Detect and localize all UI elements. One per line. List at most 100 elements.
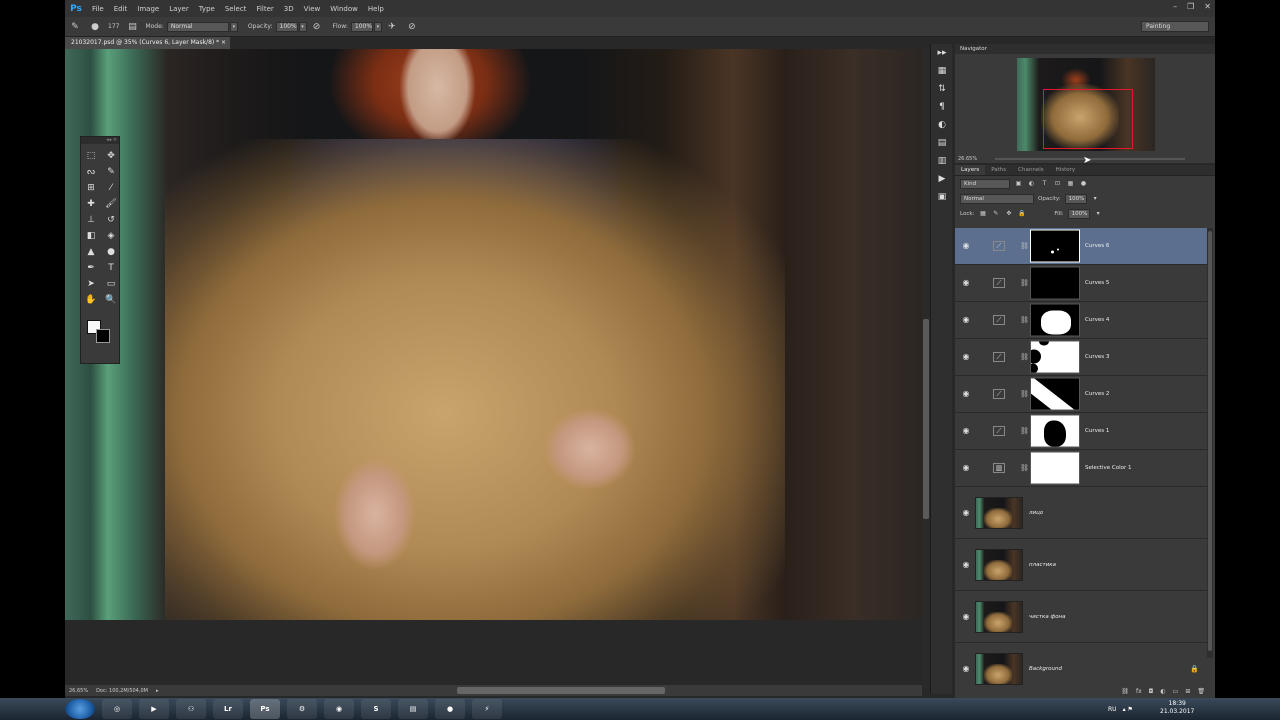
type-tool-icon[interactable]: T (101, 260, 121, 276)
navigator-zoom[interactable]: 26.65% (958, 156, 977, 162)
fill-dropdown-icon[interactable]: ▾ (1094, 209, 1103, 218)
clone-source-icon[interactable]: ⇅ (931, 80, 953, 98)
menu-image[interactable]: Image (132, 5, 164, 13)
taskbar-video-icon[interactable]: ▶ (139, 699, 169, 719)
shape-tool-icon[interactable]: ▭ (101, 276, 121, 292)
document-canvas[interactable] (65, 49, 922, 620)
scroll-thumb[interactable] (923, 319, 929, 519)
info-icon[interactable]: ▣ (931, 188, 953, 206)
actions-play-icon[interactable]: ▶ (931, 170, 953, 188)
lasso-tool-icon[interactable]: ᔓ (81, 164, 101, 180)
filter-smart-icon[interactable]: ▦ (1066, 179, 1075, 188)
layer-selective-color-1[interactable]: ◉ ▥ ⛓ Selective Color 1 (955, 450, 1207, 487)
menu-select[interactable]: Select (220, 5, 252, 13)
opacity-input[interactable]: 100% (275, 21, 298, 32)
visibility-eye-icon[interactable]: ◉ (960, 314, 972, 326)
path-select-icon[interactable]: ➤ (81, 276, 101, 292)
delete-layer-icon[interactable]: 🗑 (1197, 688, 1205, 695)
layer-curves-5[interactable]: ◉ ⟋ ⛓ Curves 5 (955, 265, 1207, 302)
airbrush-icon[interactable]: ✈ (386, 21, 398, 33)
filter-kind-select[interactable]: Kind (960, 178, 1010, 189)
taskbar-pdf-icon[interactable]: ⚡ (472, 699, 502, 719)
brush-size-value[interactable]: 177 (108, 23, 119, 30)
zoom-level[interactable]: 26,65% (69, 688, 88, 694)
tray-icons[interactable]: ▴ ⚑ (1123, 706, 1133, 713)
mask-link-icon[interactable]: ⛓ (1020, 427, 1029, 435)
new-layer-icon[interactable]: ⊞ (1185, 688, 1190, 695)
new-adjustment-icon[interactable]: ◐ (1160, 688, 1165, 695)
menu-type[interactable]: Type (194, 5, 220, 13)
blend-mode-select[interactable]: Normal (960, 193, 1034, 204)
navigator-view-box[interactable] (1043, 89, 1133, 149)
layer-style-icon[interactable]: fx (1136, 688, 1142, 695)
history-brush-icon[interactable]: ↺ (101, 212, 121, 228)
visibility-eye-icon[interactable]: ◉ (960, 388, 972, 400)
navigator-thumbnail[interactable] (1017, 58, 1155, 151)
layer-thumbnail[interactable] (975, 496, 1023, 529)
layer-thumbnail[interactable] (975, 548, 1023, 581)
visibility-eye-icon[interactable]: ◉ (960, 277, 972, 289)
dock-grip-icon[interactable]: ▸▸ (931, 44, 953, 62)
bucket-tool-icon[interactable]: ◈ (101, 228, 121, 244)
minimize-button[interactable]: – (1173, 2, 1177, 11)
menu-filter[interactable]: Filter (251, 5, 278, 13)
menu-file[interactable]: File (87, 5, 109, 13)
quick-select-tool-icon[interactable]: ✎ (101, 164, 121, 180)
layer-curves-1[interactable]: ◉ ⟋ ⛓ Curves 1 (955, 413, 1207, 450)
menu-help[interactable]: Help (363, 5, 389, 13)
histogram-icon[interactable]: ▥ (931, 152, 953, 170)
layer-thumbnail[interactable] (975, 600, 1023, 633)
taskbar-coin-icon[interactable]: ● (435, 699, 465, 719)
taskbar-clock[interactable]: 18:39 21.03.2017 (1160, 700, 1194, 716)
layer-curves-4[interactable]: ◉ ⟋ ⛓ Curves 4 (955, 302, 1207, 339)
workspace-select[interactable]: Painting (1141, 21, 1209, 32)
mask-link-icon[interactable]: ⛓ (1020, 279, 1029, 287)
taskbar-skype-icon[interactable]: S (361, 699, 391, 719)
lock-position-icon[interactable]: ✥ (1004, 209, 1013, 218)
layer-name[interactable]: пластика (1029, 562, 1056, 568)
zoom-tool-icon[interactable]: 🔍 (101, 292, 121, 308)
mode-dropdown-icon[interactable]: ▾ (229, 21, 238, 32)
toolbox-grip[interactable]: ◂◂ × (81, 137, 119, 144)
layer-curves-2[interactable]: ◉ ⟋ ⛓ Curves 2 (955, 376, 1207, 413)
layer-name[interactable]: лицо (1029, 510, 1043, 516)
layer-thumbnail[interactable] (975, 652, 1023, 685)
mode-select[interactable]: Normal (166, 21, 229, 32)
add-mask-icon[interactable]: ◘ (1149, 688, 1154, 695)
filter-type-icon[interactable]: T (1040, 179, 1049, 188)
canvas-horizontal-scrollbar[interactable] (457, 687, 665, 694)
close-tab-icon[interactable]: × (221, 37, 226, 49)
opacity-dropdown-icon[interactable]: ▾ (1091, 194, 1100, 203)
layer-name[interactable]: Curves 2 (1085, 391, 1109, 397)
flow-dropdown-icon[interactable]: ▾ (373, 21, 382, 32)
visibility-eye-icon[interactable]: ◉ (960, 425, 972, 437)
marquee-tool-icon[interactable]: ⬚ (81, 148, 101, 164)
restore-button[interactable]: ❐ (1187, 2, 1194, 11)
menu-view[interactable]: View (299, 5, 326, 13)
layer-name[interactable]: Curves 3 (1085, 354, 1109, 360)
layer-name[interactable]: Curves 1 (1085, 428, 1109, 434)
status-arrow-icon[interactable]: ▸ (156, 688, 159, 694)
background-color-swatch[interactable] (96, 329, 110, 343)
tab-layers[interactable]: Layers (955, 165, 986, 175)
taskbar-lightroom[interactable]: Lr (213, 699, 243, 719)
layer-curves-6[interactable]: ◉ ⟋ ⛓ Curves 6 (955, 228, 1207, 265)
eyedropper-tool-icon[interactable]: ⁄ (101, 180, 121, 196)
tab-channels[interactable]: Channels (1012, 165, 1049, 175)
layer-mask-thumbnail[interactable] (1030, 303, 1080, 337)
menu-3d[interactable]: 3D (279, 5, 299, 13)
filter-toggle-icon[interactable]: ● (1079, 179, 1088, 188)
crop-tool-icon[interactable]: ⊞ (81, 180, 101, 196)
visibility-eye-icon[interactable]: ◉ (960, 663, 972, 675)
new-group-icon[interactable]: ▭ (1173, 688, 1179, 695)
taskbar-explorer-icon[interactable]: ▤ (398, 699, 428, 719)
pressure-opacity-icon[interactable]: ⊘ (311, 21, 323, 33)
tab-history[interactable]: History (1050, 165, 1082, 175)
layer-mask-thumbnail[interactable] (1030, 451, 1080, 485)
flow-input[interactable]: 100% (350, 21, 373, 32)
layer-name[interactable]: Background (1029, 666, 1062, 672)
move-tool-icon[interactable]: ✥ (101, 148, 121, 164)
layer-chistka-fona[interactable]: ◉ чистка фона (955, 591, 1207, 643)
lock-pixels-icon[interactable]: ✎ (991, 209, 1000, 218)
taskbar-media-icon[interactable]: ◎ (102, 699, 132, 719)
